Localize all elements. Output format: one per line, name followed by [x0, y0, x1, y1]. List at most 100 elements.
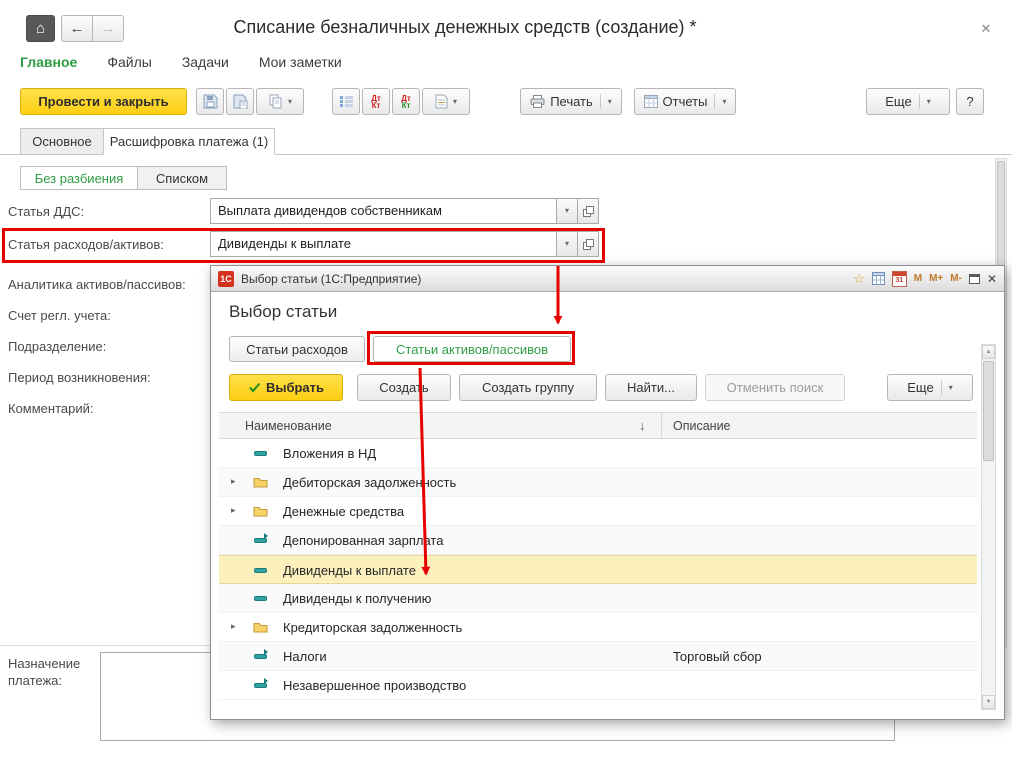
cashflow-item-dropdown-button[interactable]: ▾ [556, 198, 578, 224]
article-arrow-icon [253, 649, 269, 663]
forward-button[interactable]: → [92, 15, 124, 42]
create-based-on-button[interactable]: ▾ [256, 88, 304, 115]
expand-icon[interactable]: ▸ [231, 506, 236, 515]
document-structure-button[interactable] [332, 88, 360, 115]
postings-dtkt-button[interactable]: Дт Кт [392, 88, 420, 115]
column-description[interactable]: Описание [673, 419, 731, 433]
table-row[interactable]: Налоги Торговый сбор [219, 642, 977, 671]
save-and-close-button[interactable] [226, 88, 254, 115]
table-row-selected[interactable]: Дивиденды к выплате [219, 555, 977, 584]
scroll-up-button[interactable]: ▲ [982, 345, 995, 359]
maximize-icon[interactable] [968, 273, 980, 284]
save-button[interactable] [196, 88, 224, 115]
table-row[interactable]: ▸ Кредиторская задолженность [219, 613, 977, 642]
column-name[interactable]: Наименование [245, 419, 332, 433]
help-button[interactable]: ? [956, 88, 984, 115]
print-button[interactable]: Печать ▾ [520, 88, 622, 115]
row-name: Дивиденды к выплате [283, 563, 416, 578]
divider [918, 94, 920, 109]
movements-list-icon [339, 95, 354, 108]
expand-icon[interactable]: ▸ [231, 477, 236, 486]
printer-icon [530, 95, 545, 108]
more-button[interactable]: Еще ▾ [866, 88, 950, 115]
payment-purpose-label: Назначение платежа: [8, 656, 81, 688]
view-switch-no-split[interactable]: Без разбиения [20, 166, 138, 190]
field-label-expense-item: Статья расходов/активов: [8, 237, 164, 252]
document-register-button[interactable]: ▾ [422, 88, 470, 115]
reports-label: Отчеты [662, 94, 708, 109]
divider [940, 380, 942, 395]
dialog-scrollbar[interactable]: ▲ ▼ [981, 344, 996, 710]
scroll-down-button[interactable]: ▼ [982, 695, 995, 709]
dialog-close-button[interactable]: ✕ [987, 273, 997, 285]
divider [599, 94, 601, 109]
dialog-more-button[interactable]: Еще ▾ [887, 374, 973, 401]
article-icon [253, 592, 269, 605]
cashflow-item-open-button[interactable] [577, 198, 599, 224]
field-label-account: Счет регл. учета: [8, 308, 111, 323]
scroll-thumb[interactable] [983, 361, 994, 461]
folder-icon [253, 476, 269, 489]
nav-item-tasks[interactable]: Задачи [182, 54, 229, 70]
dialog-heading: Выбор статьи [229, 302, 338, 321]
nav-item-notes[interactable]: Мои заметки [259, 54, 342, 70]
back-button[interactable]: ← [61, 15, 93, 42]
field-label-analytics: Аналитика активов/пассивов: [8, 277, 186, 292]
field-label-comment: Комментарий: [8, 401, 94, 416]
post-and-close-button[interactable]: Провести и закрыть [20, 88, 187, 115]
favorites-star-icon[interactable]: ☆ [853, 272, 865, 285]
select-button[interactable]: Выбрать [229, 374, 343, 401]
open-icon [582, 205, 594, 217]
expense-item-open-button[interactable] [577, 231, 599, 257]
create-button[interactable]: Создать [357, 374, 451, 401]
row-description: Торговый сбор [673, 649, 762, 664]
nav-item-files[interactable]: Файлы [107, 54, 151, 70]
nav-item-main[interactable]: Главное [20, 54, 77, 70]
create-group-button[interactable]: Создать группу [459, 374, 597, 401]
dtkt-icon: Дт Кт [401, 93, 411, 110]
open-icon [582, 238, 594, 250]
table-row[interactable]: ▸ Денежные средства [219, 497, 977, 526]
row-name: Кредиторская задолженность [283, 620, 463, 635]
table-row[interactable]: Вложения в НД [219, 439, 977, 468]
select-check-icon [248, 382, 261, 393]
tab-main[interactable]: Основное [20, 128, 104, 155]
expense-item-dropdown-button[interactable]: ▾ [556, 231, 578, 257]
home-button[interactable]: ⌂ [26, 15, 55, 42]
postings-drcr-button[interactable]: Дт Кт [362, 88, 390, 115]
cashflow-item-field[interactable]: Выплата дивидендов собственникам [210, 198, 557, 224]
dropdown-icon: ▾ [607, 96, 612, 106]
memory-m-button[interactable]: М [914, 273, 922, 284]
expense-item-field[interactable]: Дивиденды к выплате [210, 231, 557, 257]
find-button[interactable]: Найти... [605, 374, 697, 401]
table-row[interactable]: Депонированная зарплата [219, 526, 977, 555]
reports-button[interactable]: Отчеты ▾ [634, 88, 736, 115]
home-icon: ⌂ [35, 20, 46, 37]
view-switch-list[interactable]: Списком [137, 166, 227, 190]
section-nav: Главное Файлы Задачи Мои заметки [20, 54, 342, 70]
table-icon[interactable] [871, 272, 885, 285]
calendar-icon[interactable]: 31 [891, 270, 907, 287]
dialog-titlebar[interactable]: 1С Выбор статьи (1С:Предприятие) ☆ 31 М … [211, 266, 1004, 292]
memory-m-minus-button[interactable]: М- [950, 273, 962, 284]
expand-icon[interactable]: ▸ [231, 622, 236, 631]
dropdown-icon: ▾ [564, 206, 569, 215]
folder-icon [253, 621, 269, 634]
field-label-cashflow-item: Статья ДДС: [8, 204, 85, 219]
tab-payment-breakdown[interactable]: Расшифровка платежа (1) [103, 128, 275, 155]
dropdown-icon: ▾ [564, 239, 569, 248]
memory-m-plus-button[interactable]: М+ [929, 273, 943, 284]
article-arrow-icon [253, 533, 269, 547]
row-name: Депонированная зарплата [283, 533, 444, 548]
table-header[interactable]: Наименование ↓ Описание [219, 412, 977, 440]
table-row[interactable]: ▸ Дебиторская задолженность [219, 468, 977, 497]
dialog-tab-asset-liability-items[interactable]: Статьи активов/пассивов [373, 336, 571, 362]
table-row[interactable]: Дивиденды к получению [219, 584, 977, 613]
table-row[interactable]: Незавершенное производство [219, 671, 977, 700]
dialog-tab-expense-items[interactable]: Статьи расходов [229, 336, 365, 362]
sort-descending-icon[interactable]: ↓ [639, 419, 645, 433]
close-window-button[interactable]: ✕ [973, 17, 999, 41]
folder-icon [253, 505, 269, 518]
page-title: Списание безналичных денежных средств (с… [233, 17, 697, 37]
article-arrow-icon [253, 678, 269, 692]
